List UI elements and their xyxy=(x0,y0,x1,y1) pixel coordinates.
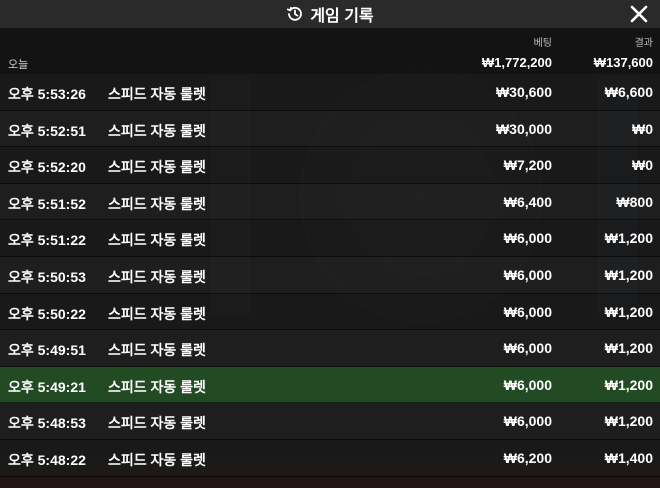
row-result-amount: ₩1,200 xyxy=(604,376,653,393)
header-title-group: 게임 기록 xyxy=(286,2,374,26)
row-result-amount: ₩1,400 xyxy=(604,449,653,466)
history-row[interactable]: 오후 5:53:26 스피드 자동 룰렛 ₩30,600 ₩6,600 xyxy=(0,74,660,111)
history-row[interactable]: 오후 5:48:22 스피드 자동 룰렛 ₩6,200 ₩1,400 xyxy=(0,439,660,477)
row-game-name: 스피드 자동 룰렛 xyxy=(108,268,206,285)
row-result-amount: ₩800 xyxy=(616,193,653,210)
row-bet-amount: ₩6,000 xyxy=(503,413,552,430)
page-title: 게임 기록 xyxy=(310,8,374,25)
history-row[interactable]: 오후 5:52:20 스피드 자동 룰렛 ₩7,200 ₩0 xyxy=(0,147,660,184)
row-time: 오후 5:48:22 xyxy=(8,451,86,468)
bet-total: ₩1,772,200 xyxy=(481,55,552,70)
history-row[interactable]: 오후 5:50:22 스피드 자동 룰렛 ₩6,000 ₩1,200 xyxy=(0,293,660,331)
history-row[interactable]: 오후 5:52:51 스피드 자동 룰렛 ₩30,000 ₩0 xyxy=(0,110,660,148)
row-time: 오후 5:50:53 xyxy=(8,268,86,285)
history-row[interactable]: 오후 5:50:53 스피드 자동 룰렛 ₩6,000 ₩1,200 xyxy=(0,256,660,294)
history-column-header: 오늘 베팅 결과 ₩1,772,200 ₩137,600 xyxy=(0,28,660,74)
row-game-name: 스피드 자동 룰렛 xyxy=(108,159,206,176)
row-time: 오후 5:50:22 xyxy=(8,305,86,322)
row-time: 오후 5:49:51 xyxy=(8,342,86,359)
result-column-label: 결과 xyxy=(634,38,653,49)
history-row-highlighted[interactable]: 오후 5:49:21 스피드 자동 룰렛 ₩6,000 ₩1,200 xyxy=(0,366,660,404)
row-bet-amount: ₩6,400 xyxy=(503,193,552,210)
row-game-name: 스피드 자동 룰렛 xyxy=(108,342,206,359)
history-row[interactable]: 오후 5:51:52 스피드 자동 룰렛 ₩6,400 ₩800 xyxy=(0,183,660,221)
row-game-name: 스피드 자동 룰렛 xyxy=(108,195,206,212)
bet-column-label: 베팅 xyxy=(533,38,552,49)
row-time: 오후 5:48:53 xyxy=(8,415,86,432)
history-row[interactable]: 오후 5:48:53 스피드 자동 룰렛 ₩6,000 ₩1,200 xyxy=(0,403,660,440)
row-result-amount: ₩0 xyxy=(632,157,653,174)
row-result-amount: ₩1,200 xyxy=(604,230,653,247)
row-bet-amount: ₩6,000 xyxy=(503,266,552,283)
row-time: 오후 5:52:20 xyxy=(8,159,86,176)
row-time: 오후 5:49:21 xyxy=(8,378,86,395)
row-bet-amount: ₩30,600 xyxy=(495,84,552,100)
row-game-name: 스피드 자동 룰렛 xyxy=(108,86,206,102)
row-game-name: 스피드 자동 룰렛 xyxy=(108,232,206,249)
row-result-amount: ₩1,200 xyxy=(604,266,653,283)
history-row[interactable]: 오후 5:49:51 스피드 자동 룰렛 ₩6,000 ₩1,200 xyxy=(0,330,660,367)
row-time: 오후 5:53:26 xyxy=(8,86,86,102)
game-history-header: 게임 기록 xyxy=(0,0,660,28)
row-game-name: 스피드 자동 룰렛 xyxy=(108,122,206,139)
close-icon xyxy=(630,5,648,23)
row-bet-amount: ₩30,000 xyxy=(495,120,552,137)
row-bet-amount: ₩6,000 xyxy=(503,340,552,357)
row-time: 오후 5:51:22 xyxy=(8,232,86,249)
row-bet-amount: ₩7,200 xyxy=(503,157,552,174)
row-bet-amount: ₩6,000 xyxy=(503,303,552,320)
row-result-amount: ₩1,200 xyxy=(604,303,653,320)
row-result-amount: ₩6,600 xyxy=(604,84,653,100)
date-group-label: 오늘 xyxy=(8,59,29,71)
row-time: 오후 5:52:51 xyxy=(8,122,86,139)
row-game-name: 스피드 자동 룰렛 xyxy=(108,305,206,322)
row-game-name: 스피드 자동 룰렛 xyxy=(108,378,206,395)
history-clock-icon xyxy=(286,5,304,23)
result-total: ₩137,600 xyxy=(593,55,653,70)
row-bet-amount: ₩6,000 xyxy=(503,230,552,247)
history-row[interactable]: 오후 5:51:22 스피드 자동 룰렛 ₩6,000 ₩1,200 xyxy=(0,220,660,257)
row-game-name: 스피드 자동 룰렛 xyxy=(108,451,206,468)
row-result-amount: ₩1,200 xyxy=(604,413,653,430)
history-list: 오후 5:53:26 스피드 자동 룰렛 ₩30,600 ₩6,600 오후 5… xyxy=(0,74,660,477)
close-button[interactable] xyxy=(628,3,650,25)
row-bet-amount: ₩6,200 xyxy=(503,449,552,466)
row-game-name: 스피드 자동 룰렛 xyxy=(108,415,206,432)
row-time: 오후 5:51:52 xyxy=(8,195,86,212)
row-result-amount: ₩0 xyxy=(632,120,653,137)
row-bet-amount: ₩6,000 xyxy=(503,376,552,393)
row-result-amount: ₩1,200 xyxy=(604,340,653,357)
